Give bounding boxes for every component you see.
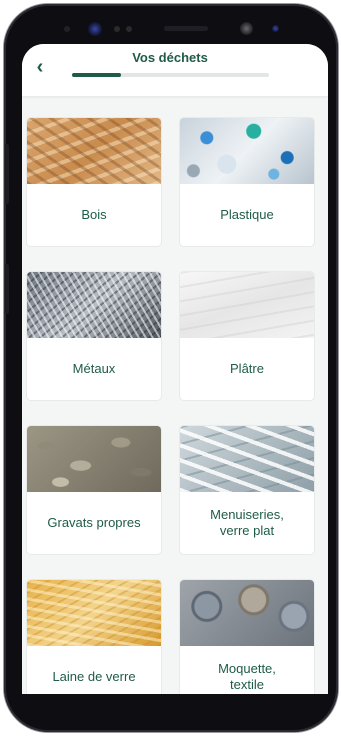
- metal-shavings-image: [27, 272, 161, 338]
- category-card-metaux[interactable]: Métaux: [27, 272, 161, 400]
- side-button: [5, 144, 9, 204]
- category-card-gravats[interactable]: Gravats propres: [27, 426, 161, 554]
- glass-wool-image: [27, 580, 161, 646]
- progress-bar: [72, 73, 269, 77]
- page-title: Vos déchets: [132, 50, 208, 65]
- category-label: Bois: [81, 207, 107, 222]
- wood-chips-image: [27, 118, 161, 184]
- category-card-moquette[interactable]: Moquette, textile: [180, 580, 314, 694]
- front-camera: [88, 22, 102, 36]
- sensor-dot: [64, 26, 70, 32]
- speaker-grille: [164, 26, 208, 31]
- sensor-dot: [114, 26, 120, 32]
- sensor-dot: [272, 25, 279, 32]
- category-card-bois[interactable]: Bois: [27, 118, 161, 246]
- waste-category-grid: Bois Plastique Métaux Plâtre Gravats pro…: [22, 44, 328, 694]
- category-card-laine[interactable]: Laine de verre: [27, 580, 161, 694]
- plastic-flakes-image: [180, 118, 314, 184]
- category-card-plastique[interactable]: Plastique: [180, 118, 314, 246]
- category-label: Plastique: [220, 207, 274, 222]
- category-label: Plâtre: [230, 361, 264, 376]
- front-camera-secondary: [240, 22, 253, 35]
- category-label: Gravats propres: [47, 515, 141, 530]
- carpet-rolls-image: [180, 580, 314, 646]
- category-card-menuiseries[interactable]: Menuiseries, verre plat: [180, 426, 314, 554]
- category-label: Métaux: [72, 361, 116, 376]
- category-card-platre[interactable]: Plâtre: [180, 272, 314, 400]
- category-label: Laine de verre: [52, 669, 136, 684]
- category-label: Menuiseries, verre plat: [210, 507, 284, 538]
- app-header: ‹ Vos déchets: [22, 44, 328, 96]
- gravel-image: [27, 426, 161, 492]
- phone-bottom-bezel: [22, 694, 328, 720]
- phone-notch: [44, 16, 306, 42]
- window-frames-image: [180, 426, 314, 492]
- plaster-image: [180, 272, 314, 338]
- app-screen: Bois Plastique Métaux Plâtre Gravats pro…: [22, 44, 328, 694]
- category-label: Moquette, textile: [218, 661, 276, 692]
- side-button: [5, 264, 9, 314]
- progress-bar-fill: [72, 73, 122, 77]
- sensor-dot: [126, 26, 132, 32]
